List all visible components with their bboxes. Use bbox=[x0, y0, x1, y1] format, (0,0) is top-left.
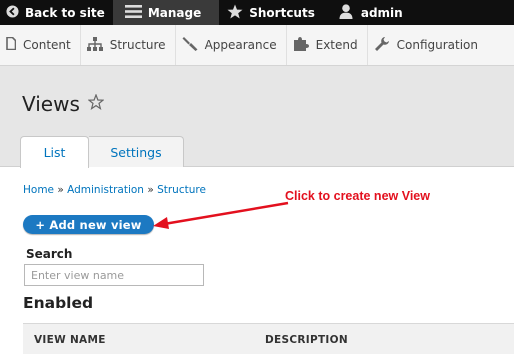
column-header-description: DESCRIPTION bbox=[265, 334, 348, 346]
tray-item-label: Structure bbox=[109, 38, 166, 52]
column-header-view-name[interactable]: VIEW NAME bbox=[34, 334, 106, 346]
admin-toolbar: Back to site Manage Shortcuts admin bbox=[0, 0, 514, 25]
manage-label: Manage bbox=[147, 5, 202, 20]
appearance-icon bbox=[182, 36, 198, 54]
back-arrow-icon bbox=[6, 4, 19, 21]
tab-settings-label: Settings bbox=[110, 144, 162, 160]
tray-item-appearance[interactable]: Appearance bbox=[176, 25, 287, 65]
tray-item-content[interactable]: Content bbox=[0, 25, 81, 65]
tab-settings[interactable]: Settings bbox=[89, 136, 184, 167]
page-title: Views bbox=[22, 92, 80, 116]
manage-tray: Content Structure Appearance Extend Conf… bbox=[0, 25, 514, 66]
breadcrumb-home-link[interactable]: Home bbox=[23, 184, 54, 196]
annotation-text: Click to create new View bbox=[285, 189, 430, 203]
breadcrumb-separator: » bbox=[57, 184, 68, 196]
content-icon bbox=[6, 36, 17, 53]
configuration-icon bbox=[374, 36, 390, 55]
back-to-site-label: Back to site bbox=[25, 5, 105, 20]
search-input[interactable] bbox=[24, 264, 204, 286]
structure-icon bbox=[86, 36, 103, 54]
user-label: admin bbox=[360, 5, 403, 20]
add-new-view-button[interactable]: + Add new view bbox=[23, 215, 154, 234]
breadcrumb: Home » Administration » Structure bbox=[23, 184, 206, 196]
enabled-heading: Enabled bbox=[23, 294, 94, 312]
shortcut-star-icon[interactable] bbox=[87, 93, 105, 114]
tray-item-label: Extend bbox=[315, 38, 358, 52]
shortcuts-tab[interactable]: Shortcuts bbox=[219, 0, 329, 25]
tray-item-label: Configuration bbox=[396, 38, 479, 52]
extend-icon bbox=[293, 36, 309, 54]
user-icon bbox=[339, 3, 353, 22]
menu-icon bbox=[124, 4, 142, 21]
annotation-arrow-icon bbox=[153, 201, 289, 229]
breadcrumb-separator: » bbox=[147, 184, 158, 196]
tray-item-configuration[interactable]: Configuration bbox=[368, 25, 487, 65]
tray-item-extend[interactable]: Extend bbox=[287, 25, 368, 65]
tab-list-label: List bbox=[43, 145, 66, 160]
shortcuts-label: Shortcuts bbox=[249, 5, 315, 20]
tray-item-label: Appearance bbox=[204, 38, 277, 52]
tray-item-structure[interactable]: Structure bbox=[81, 25, 176, 65]
star-icon bbox=[227, 4, 243, 22]
tray-item-label: Content bbox=[23, 38, 71, 52]
manage-tab[interactable]: Manage bbox=[112, 0, 220, 25]
breadcrumb-structure-link[interactable]: Structure bbox=[157, 184, 206, 196]
tab-list[interactable]: List bbox=[20, 136, 89, 168]
breadcrumb-administration-link[interactable]: Administration bbox=[67, 184, 144, 196]
user-tab[interactable]: admin bbox=[329, 0, 411, 25]
search-label: Search bbox=[26, 247, 73, 261]
back-to-site-link[interactable]: Back to site bbox=[0, 0, 113, 25]
